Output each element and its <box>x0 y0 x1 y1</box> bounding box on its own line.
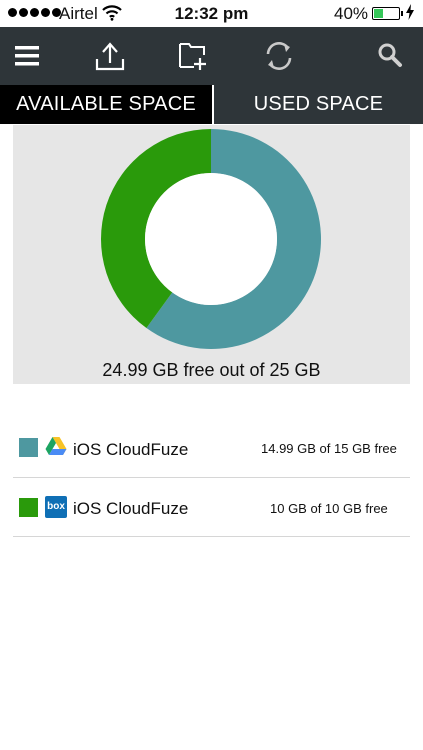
space-tabs: AVAILABLE SPACE USED SPACE <box>0 85 423 124</box>
legend-swatch <box>19 438 38 457</box>
account-space: 14.99 GB of 15 GB free <box>261 441 397 456</box>
donut-chart <box>101 129 321 349</box>
box-icon: box <box>45 496 67 518</box>
storage-chart-panel: 24.99 GB free out of 25 GB <box>13 125 410 384</box>
list-item[interactable]: box iOS CloudFuze 10 GB of 10 GB free <box>13 478 410 537</box>
new-folder-icon[interactable] <box>175 39 211 73</box>
box-logo-text: box <box>47 501 65 512</box>
upload-icon[interactable] <box>92 39 128 73</box>
status-bar: Airtel 12:32 pm 40% <box>0 0 423 27</box>
legend-swatch <box>19 498 38 517</box>
google-drive-icon <box>45 436 67 458</box>
tab-available-space[interactable]: AVAILABLE SPACE <box>0 85 212 124</box>
list-item[interactable]: iOS CloudFuze 14.99 GB of 15 GB free <box>13 420 410 478</box>
account-name: iOS CloudFuze <box>73 440 189 459</box>
menu-icon[interactable] <box>9 39 45 73</box>
storage-account-list: iOS CloudFuze 14.99 GB of 15 GB free box… <box>13 420 410 537</box>
battery-percentage: 40% <box>334 4 369 23</box>
search-icon[interactable] <box>372 39 408 73</box>
tab-used-space[interactable]: USED SPACE <box>212 85 423 124</box>
account-space: 10 GB of 10 GB free <box>270 501 388 516</box>
battery-icon <box>372 7 403 20</box>
chart-caption: 24.99 GB free out of 25 GB <box>102 360 321 380</box>
sync-icon[interactable] <box>261 39 297 73</box>
charging-icon <box>406 4 414 24</box>
donut-hole <box>145 173 277 305</box>
toolbar <box>0 27 423 85</box>
account-name: iOS CloudFuze <box>73 499 189 518</box>
